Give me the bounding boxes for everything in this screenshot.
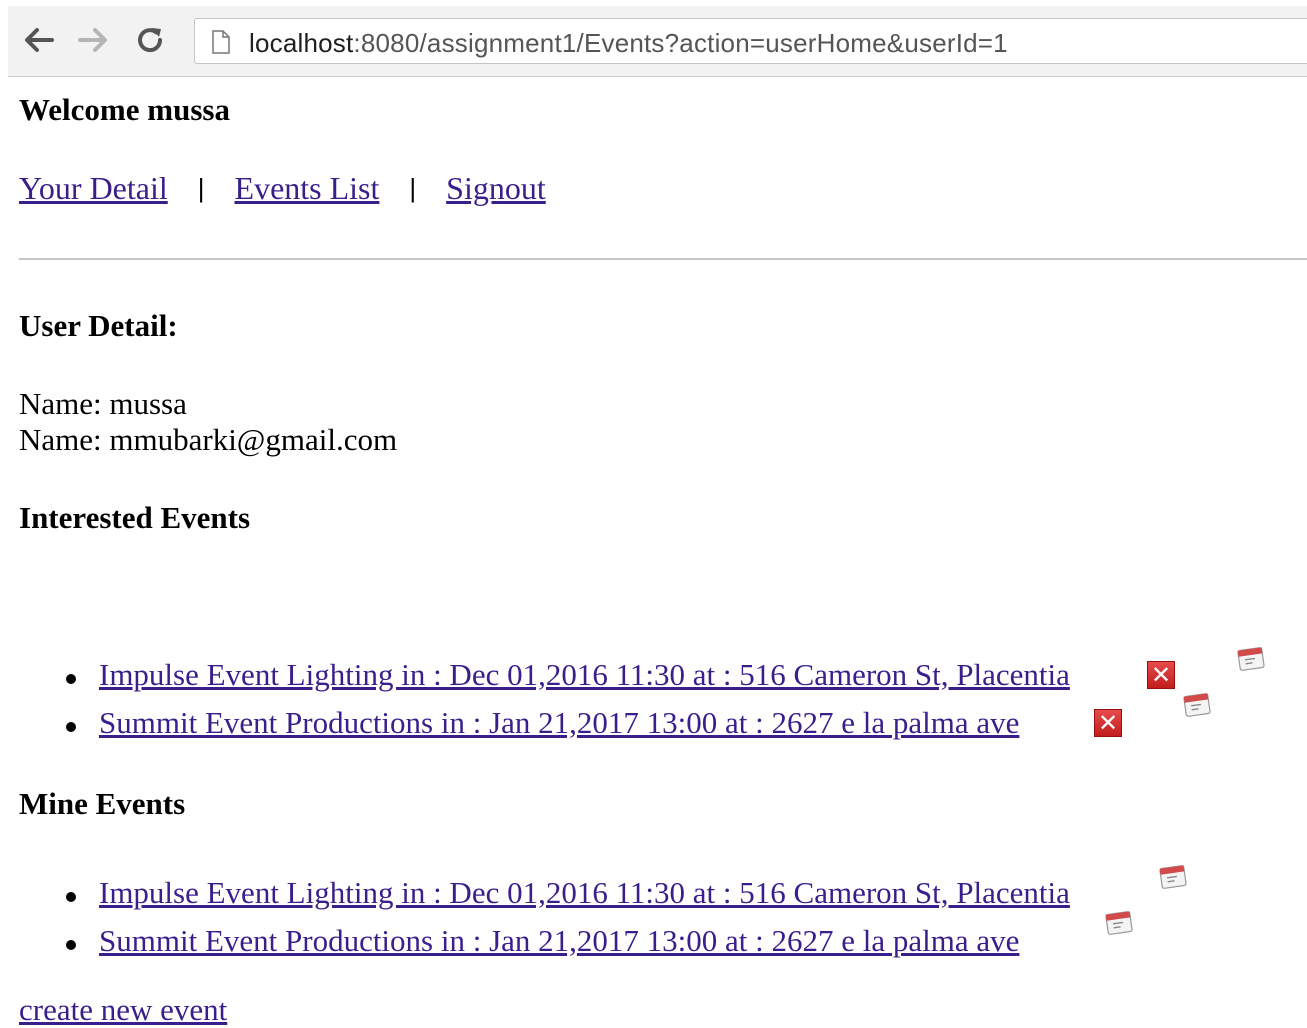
event-link[interactable]: Summit Event Productions in : Jan 21,201… bbox=[99, 705, 1019, 741]
calendar-icon[interactable] bbox=[1237, 645, 1265, 671]
calendar-icon[interactable] bbox=[1183, 691, 1211, 717]
your-detail-link[interactable]: Your Detail bbox=[19, 170, 168, 206]
back-button[interactable] bbox=[18, 20, 58, 60]
interested-events-heading: Interested Events bbox=[19, 500, 251, 535]
remove-interest-link[interactable]: ✕ bbox=[1088, 705, 1126, 741]
bullet bbox=[66, 892, 76, 902]
list-item: Summit Event Productions in : Jan 21,201… bbox=[19, 911, 1307, 971]
bullet bbox=[66, 940, 76, 950]
events-list-link[interactable]: Events List bbox=[235, 170, 380, 206]
interested-events-list: Impulse Event Lighting in : Dec 01,2016 … bbox=[19, 647, 1307, 753]
delete-icon: ✕ bbox=[1147, 661, 1175, 689]
list-item: Impulse Event Lighting in : Dec 01,2016 … bbox=[19, 647, 1307, 705]
browser-toolbar: localhost:8080/assignment1/Events?action… bbox=[8, 6, 1307, 77]
bullet bbox=[66, 674, 76, 684]
forward-button[interactable] bbox=[74, 20, 114, 60]
nav-separator: | bbox=[409, 173, 417, 203]
event-link[interactable]: Summit Event Productions in : Jan 21,201… bbox=[99, 923, 1019, 959]
user-email: Name: mmubarki@gmail.com bbox=[19, 422, 398, 457]
nav-links: Your Detail | Events List | Signout bbox=[19, 170, 546, 207]
user-detail-heading: User Detail: bbox=[19, 308, 178, 343]
reload-icon bbox=[138, 28, 163, 53]
forward-arrow-icon bbox=[78, 28, 107, 52]
remove-interest-link[interactable]: ✕ bbox=[1141, 657, 1179, 693]
address-bar[interactable]: localhost:8080/assignment1/Events?action… bbox=[194, 18, 1307, 64]
divider bbox=[19, 258, 1307, 260]
signout-link[interactable]: Signout bbox=[446, 170, 546, 206]
calendar-icon[interactable] bbox=[1159, 863, 1187, 889]
user-name: Name: mussa bbox=[19, 386, 187, 421]
url-path: :8080/assignment1/Events?action=userHome… bbox=[353, 28, 1008, 58]
create-new-event-link[interactable]: create new event bbox=[19, 992, 227, 1028]
list-item: Summit Event Productions in : Jan 21,201… bbox=[19, 693, 1307, 753]
calendar-icon[interactable] bbox=[1105, 909, 1133, 935]
page-icon bbox=[212, 30, 230, 54]
nav-separator: | bbox=[197, 173, 205, 203]
url-text: localhost:8080/assignment1/Events?action… bbox=[249, 28, 1008, 59]
reload-button[interactable] bbox=[130, 20, 170, 60]
mine-events-list: Impulse Event Lighting in : Dec 01,2016 … bbox=[19, 865, 1307, 971]
welcome-heading: Welcome mussa bbox=[19, 92, 230, 127]
event-link[interactable]: Impulse Event Lighting in : Dec 01,2016 … bbox=[99, 657, 1070, 693]
event-link[interactable]: Impulse Event Lighting in : Dec 01,2016 … bbox=[99, 875, 1070, 911]
delete-icon: ✕ bbox=[1094, 709, 1122, 737]
bullet bbox=[66, 722, 76, 732]
mine-events-heading: Mine Events bbox=[19, 786, 186, 821]
url-host: localhost bbox=[249, 28, 354, 58]
back-arrow-icon bbox=[25, 28, 54, 52]
